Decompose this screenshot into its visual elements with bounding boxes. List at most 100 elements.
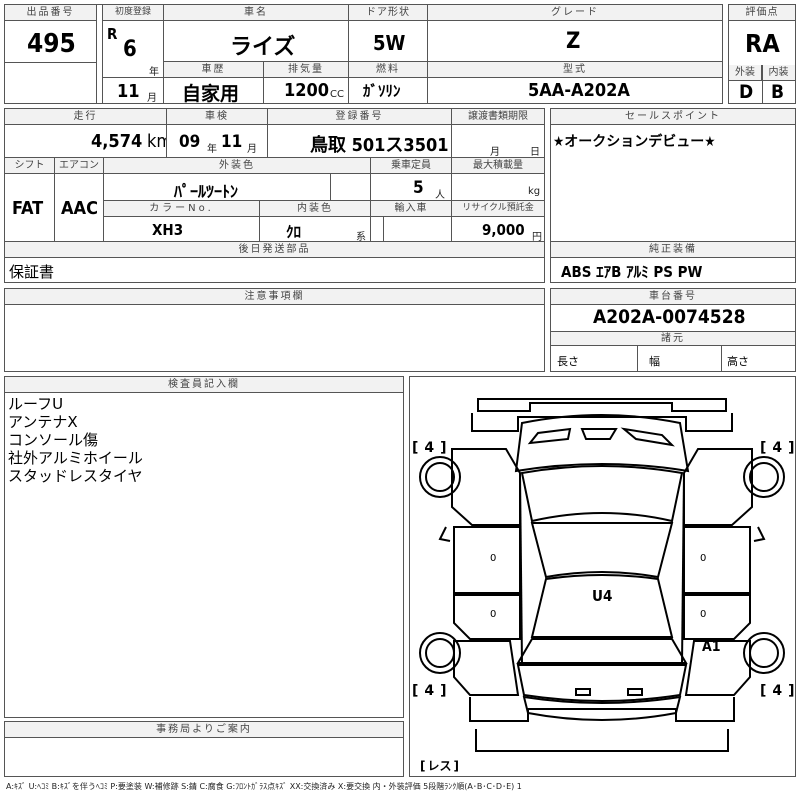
mileage-label: 走行 bbox=[5, 109, 166, 125]
transfer-cell: 譲渡書類期限 月 日 bbox=[451, 108, 545, 158]
inspector-remarks: ルーフU アンテナX コンソール傷 社外アルミホイール スタッドレスタイヤ bbox=[8, 395, 143, 485]
tire-rl-bracket: [4] bbox=[412, 683, 447, 699]
side-damage-mark: A1 bbox=[702, 639, 721, 655]
history-cell: 車歴 自家用 bbox=[163, 61, 264, 105]
capacity-value: 5 bbox=[413, 178, 424, 198]
inspection-year: 09 bbox=[179, 132, 201, 152]
recycle-cell: リサイクル預託金 9,000 円 bbox=[451, 200, 545, 243]
equipment-value: ABS ｴｱB ｱﾙﾐ PS PW bbox=[561, 263, 703, 281]
inspection-month-unit: 月 bbox=[247, 144, 257, 155]
lot-label: 出品番号 bbox=[5, 5, 96, 21]
fender-mark-fr: 0 bbox=[700, 553, 707, 564]
inspection-month: 11 bbox=[221, 132, 243, 152]
sales-point-label: セールスポイント bbox=[551, 109, 795, 125]
tire-fl-bracket: [4] bbox=[412, 440, 447, 456]
history-label: 車歴 bbox=[164, 62, 263, 78]
tire-fr-depth: 4 bbox=[772, 440, 783, 456]
plate-label: 登録番号 bbox=[268, 109, 451, 125]
equipment-label: 純正装備 bbox=[551, 242, 795, 258]
mileage-value: 4,574 bbox=[91, 131, 143, 152]
import-label: 輸入車 bbox=[371, 201, 451, 217]
registration-year: 6 bbox=[123, 37, 137, 62]
sales-point-text: ★オークションデビュー★ bbox=[553, 134, 716, 150]
later-parts-label: 後日発送部品 bbox=[5, 242, 544, 258]
spare-tire-bracket: [レス] bbox=[420, 759, 459, 773]
month-unit: 月 bbox=[147, 93, 157, 104]
legend: A:ｷｽﾞ U:ﾍｺﾐ B:ｷｽﾞを伴うﾍｺﾐ P:要塗装 W:補修跡 S:錆 … bbox=[6, 782, 522, 791]
capacity-cell: 乗車定員 5 人 bbox=[370, 157, 452, 201]
model-value: 5AA-A202A bbox=[528, 80, 630, 101]
notes-cell: 注意事項欄 bbox=[4, 288, 545, 372]
interior-grade: B bbox=[771, 81, 785, 103]
car-name-label: 車名 bbox=[164, 5, 348, 21]
tire-fr-bracket: [4] bbox=[760, 440, 795, 456]
recycle-label: リサイクル預託金 bbox=[452, 201, 544, 217]
ext-color-label: 外装色 bbox=[104, 158, 370, 174]
sales-point-cell: セールスポイント ★オークションデビュー★ bbox=[550, 108, 796, 242]
int-color-value: ｸﾛ bbox=[286, 223, 302, 241]
fender-mark-fl: 0 bbox=[490, 553, 497, 564]
inspection-year-unit: 年 bbox=[207, 144, 217, 155]
lot-cell: 出品番号 495 bbox=[4, 4, 97, 104]
tire-rr-depth: 4 bbox=[772, 683, 783, 699]
remark-line: ルーフU bbox=[8, 395, 64, 413]
tire-rr-bracket: [4] bbox=[760, 683, 795, 699]
registration-cell: 初度登録 R 6 年 11 月 bbox=[102, 4, 164, 104]
import-cell: 輸入車 bbox=[370, 200, 452, 242]
chassis-number: A202A-0074528 bbox=[593, 306, 746, 328]
chassis-cell: 車台番号 A202A-0074528 諸元 長さ 幅 高さ bbox=[550, 288, 796, 372]
notes-label: 注意事項欄 bbox=[5, 289, 544, 305]
displacement-value: 1200 bbox=[284, 80, 330, 101]
ext-color-cell: 外装色 ﾊﾟｰﾙﾂｰﾄﾝ bbox=[103, 157, 371, 201]
shift-value: FAT bbox=[12, 198, 44, 219]
aircon-cell: エアコン AAC bbox=[54, 157, 104, 242]
plate-cell: 登録番号 鳥取 501ス3501 bbox=[267, 108, 452, 158]
door-cell: ドア形状 5W bbox=[348, 4, 428, 62]
roof-damage-mark: U4 bbox=[592, 587, 613, 605]
displacement-label: 排気量 bbox=[264, 62, 348, 78]
max-load-label: 最大積載量 bbox=[452, 158, 544, 174]
remark-line: スタッドレスタイヤ bbox=[8, 467, 143, 485]
inspection-cell: 車検 09 年 11 月 bbox=[166, 108, 268, 158]
transfer-month-unit: 月 bbox=[490, 147, 500, 158]
shift-label: シフト bbox=[5, 158, 54, 174]
int-color-label: 内装色 bbox=[260, 201, 370, 217]
registration-era: R bbox=[107, 25, 118, 43]
color-no-label: カラーNo. bbox=[104, 201, 259, 217]
year-unit: 年 bbox=[149, 67, 159, 78]
interior-label: 内装 bbox=[762, 65, 795, 81]
plate-number: 鳥取 501ス3501 bbox=[310, 135, 449, 156]
height-label: 高さ bbox=[727, 355, 749, 368]
remark-line: コンソール傷 bbox=[8, 431, 99, 449]
width-label: 幅 bbox=[649, 355, 660, 368]
exterior-label: 外装 bbox=[729, 65, 762, 81]
aircon-value: AAC bbox=[61, 198, 98, 219]
inspection-label: 車検 bbox=[167, 109, 267, 125]
lot-number: 495 bbox=[27, 29, 76, 59]
mileage-cell: 走行 4,574 km bbox=[4, 108, 172, 158]
displacement-cell: 排気量 1200 CC bbox=[263, 61, 349, 104]
transfer-day-unit: 日 bbox=[530, 147, 540, 158]
car-name: ライズ bbox=[230, 35, 296, 60]
remark-line: 社外アルミホイール bbox=[8, 449, 143, 467]
model-label: 型式 bbox=[428, 62, 722, 78]
transfer-label: 譲渡書類期限 bbox=[452, 109, 544, 125]
score-value: RA bbox=[745, 29, 780, 58]
remark-line: アンテナX bbox=[8, 413, 78, 431]
int-color-cell: 内装色 ｸﾛ 系 bbox=[259, 200, 371, 243]
car-name-cell: 車名 ライズ bbox=[163, 4, 349, 62]
later-parts-cell: 後日発送部品 保証書 bbox=[4, 241, 545, 283]
chassis-label: 車台番号 bbox=[551, 289, 795, 305]
registration-month: 11 bbox=[117, 81, 140, 102]
exterior-grade: D bbox=[739, 81, 754, 103]
ext-color-value: ﾊﾟｰﾙﾂｰﾄﾝ bbox=[174, 182, 239, 201]
grade-value: Z bbox=[566, 29, 581, 54]
grade-cell: グレード Z bbox=[427, 4, 723, 62]
grade-label: グレード bbox=[428, 5, 722, 21]
color-no-cell: カラーNo. XH3 bbox=[103, 200, 260, 242]
inspector-label: 検査員記入欄 bbox=[5, 377, 403, 393]
max-load-cell: 最大積載量 kg bbox=[451, 157, 545, 201]
fuel-label: 燃料 bbox=[349, 62, 427, 78]
fender-mark-rr: 0 bbox=[700, 609, 707, 620]
shift-cell: シフト FAT bbox=[4, 157, 55, 242]
